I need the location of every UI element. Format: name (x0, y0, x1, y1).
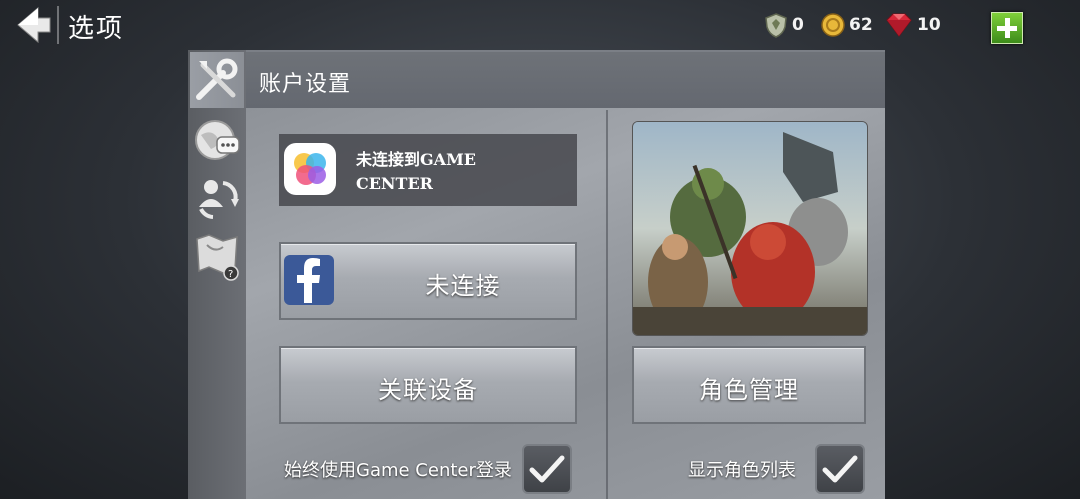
page-title: 选项 (68, 14, 125, 44)
svg-text:?: ? (228, 269, 233, 280)
tab-settings[interactable] (190, 52, 244, 108)
gem-currency: 10 (884, 12, 941, 38)
link-device-button[interactable]: 关联设备 (279, 346, 577, 424)
gem-count: 10 (917, 15, 941, 35)
character-management-button[interactable]: 角色管理 (632, 346, 866, 424)
top-bar: 选项 0 62 10 (0, 0, 1080, 50)
shield-currency: 0 (763, 12, 804, 38)
tab-social[interactable] (190, 112, 244, 168)
panel-title: 账户设置 (259, 72, 352, 97)
back-arrow-icon (17, 6, 51, 44)
link-device-label: 关联设备 (378, 376, 478, 404)
game-center-icon (284, 143, 336, 195)
checkmark-icon (529, 455, 565, 483)
globe-chat-icon (195, 120, 240, 160)
gold-coin-icon (821, 13, 845, 37)
tab-account[interactable] (190, 170, 244, 226)
ruby-gem-icon (886, 13, 912, 37)
content-divider (606, 110, 608, 499)
character-artwork (632, 121, 868, 336)
shield-count: 0 (792, 15, 804, 35)
shield-icon (765, 13, 787, 38)
show-character-list-checkbox[interactable] (815, 444, 865, 494)
always-game-center-label: 始终使用Game Center登录 (284, 460, 512, 481)
gold-currency: 62 (820, 12, 873, 38)
character-management-label: 角色管理 (699, 376, 799, 404)
game-center-status: 未连接到GAME CENTER (356, 150, 476, 193)
always-game-center-checkbox[interactable] (522, 444, 572, 494)
facebook-icon (284, 255, 334, 305)
map-help-icon: ? (196, 234, 239, 281)
title-divider (57, 6, 59, 44)
account-swap-icon (199, 180, 239, 219)
add-currency-button[interactable] (991, 12, 1023, 44)
tab-map[interactable]: ? (190, 228, 244, 284)
tools-icon (196, 58, 238, 100)
show-character-list-label: 显示角色列表 (688, 460, 796, 481)
checkmark-icon (822, 455, 858, 483)
back-button[interactable] (14, 6, 54, 44)
gold-count: 62 (849, 15, 873, 35)
